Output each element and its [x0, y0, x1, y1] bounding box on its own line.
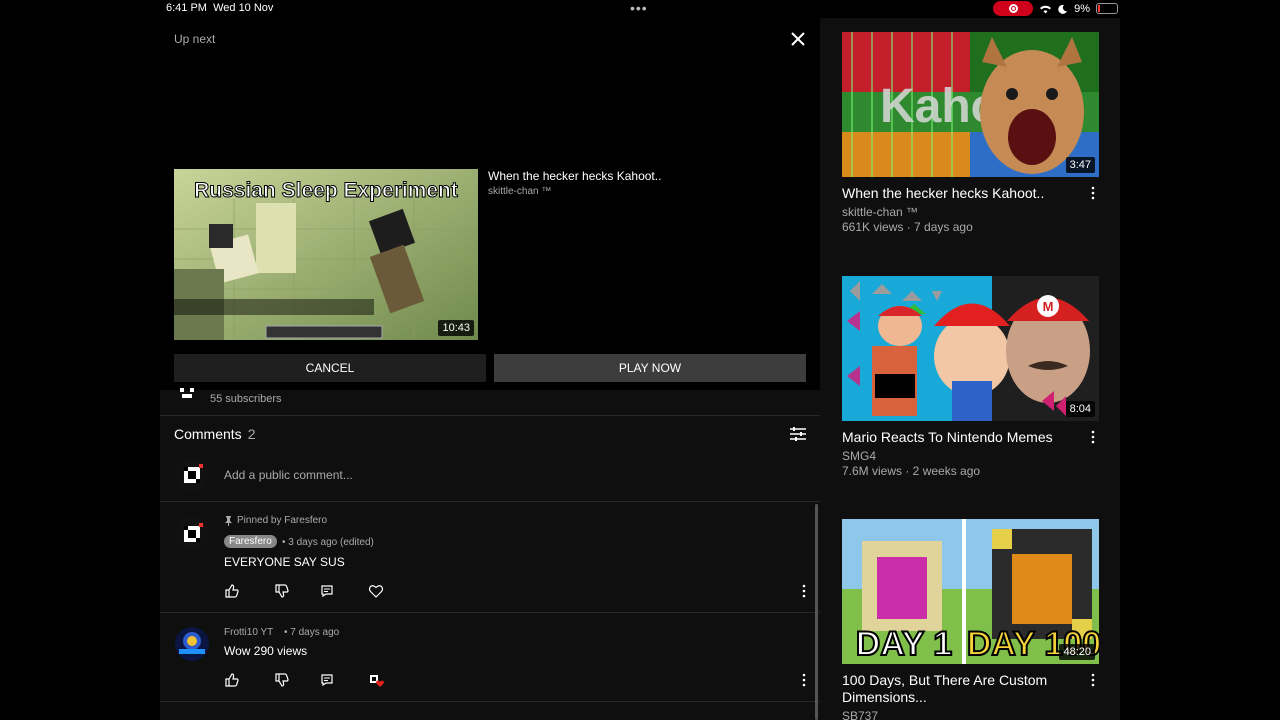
- video-title[interactable]: Mario Reacts To Nintendo Memes: [842, 429, 1082, 446]
- recommended-video[interactable]: M 8:04 Mario Reacts To Nintendo Memes SM…: [842, 276, 1108, 478]
- comment-author-badge[interactable]: Faresfero: [224, 535, 277, 548]
- up-next-overlay: Up next Russian Sleep Experiment 10:43 W…: [160, 18, 820, 390]
- close-icon[interactable]: [788, 29, 808, 49]
- comment-author[interactable]: Frotti10 YT: [224, 627, 273, 638]
- divider: [160, 612, 820, 613]
- reply-icon[interactable]: [319, 583, 335, 599]
- dislike-icon[interactable]: [274, 672, 290, 688]
- video-title[interactable]: 100 Days, But There Are Custom Dimension…: [842, 672, 1082, 706]
- video-channel[interactable]: SMG4: [842, 449, 1108, 463]
- more-options-icon[interactable]: [1090, 673, 1096, 687]
- wifi-icon: [1040, 5, 1052, 13]
- battery-percent: 9%: [1074, 2, 1090, 15]
- thumbnail-caption: Russian Sleep Experiment: [194, 179, 458, 202]
- up-next-thumbnail[interactable]: Russian Sleep Experiment 10:43: [174, 169, 478, 340]
- video-thumbnail[interactable]: M 8:04: [842, 276, 1099, 421]
- user-avatar: [175, 458, 209, 492]
- status-indicators: 9%: [993, 1, 1118, 16]
- comment-time: • 7 days ago: [284, 627, 340, 638]
- duration-badge: 10:43: [438, 320, 474, 336]
- thumbnail-caption-left: DAY 1: [856, 625, 952, 663]
- video-title[interactable]: When the hecker hecks Kahoot..: [842, 185, 1082, 202]
- comments-count: 2: [247, 426, 256, 442]
- video-channel[interactable]: SB737: [842, 709, 1108, 720]
- pinned-text: Pinned by Faresfero: [237, 515, 328, 526]
- sort-filter-icon[interactable]: [789, 426, 807, 442]
- like-icon[interactable]: [224, 583, 240, 599]
- dislike-icon[interactable]: [274, 583, 290, 599]
- play-now-button[interactable]: PLAY NOW: [494, 354, 806, 382]
- recommended-video[interactable]: Kahoo 3:47 When the hecker hecks Kahoot.…: [842, 32, 1108, 234]
- comment-text: Wow 290 views: [224, 644, 308, 658]
- divider: [160, 701, 820, 702]
- more-options-icon[interactable]: [801, 584, 807, 598]
- duration-badge: 48:20: [1059, 644, 1095, 660]
- thumbnail-image: Russian Sleep Experiment: [174, 169, 478, 340]
- add-comment-input[interactable]: Add a public comment...: [224, 468, 353, 482]
- divider: [160, 501, 820, 502]
- app-window: 6:41 PM Wed 10 Nov ••• 9% Up next Russia…: [0, 0, 1280, 720]
- video-thumbnail[interactable]: DAY 1 DAY 100 48:20: [842, 519, 1099, 664]
- video-thumbnail[interactable]: Kahoo 3:47: [842, 32, 1099, 177]
- up-next-label: Up next: [174, 32, 216, 46]
- multitasking-dots-icon[interactable]: •••: [630, 1, 648, 15]
- comment-time: • 3 days ago (edited): [282, 537, 374, 548]
- pin-icon: [225, 515, 232, 526]
- comment-text: EVERYONE SAY SUS: [224, 555, 345, 569]
- comments-title: Comments: [174, 426, 242, 442]
- video-channel[interactable]: skittle-chan ™: [842, 205, 1108, 219]
- comments-header[interactable]: Comments 2: [174, 426, 255, 442]
- comments-section: 55 subscribers Comments 2 Add a public co…: [160, 388, 820, 720]
- status-bar: 6:41 PM Wed 10 Nov ••• 9%: [160, 0, 1120, 18]
- more-options-icon[interactable]: [1090, 186, 1096, 200]
- main-column: Up next Russian Sleep Experiment 10:43 W…: [160, 18, 820, 720]
- reply-icon[interactable]: [319, 672, 335, 688]
- scrollbar[interactable]: [815, 504, 818, 720]
- subscriber-count: 55 subscribers: [210, 393, 282, 405]
- heart-icon[interactable]: [368, 583, 384, 599]
- up-next-video-title[interactable]: When the hecker hecks Kahoot..: [488, 169, 661, 183]
- status-time: 6:41 PM Wed 10 Nov: [166, 2, 274, 14]
- more-options-icon[interactable]: [1090, 430, 1096, 444]
- video-meta: 661K views · 7 days ago: [842, 220, 973, 234]
- video-meta: 7.6M views · 2 weeks ago: [842, 464, 981, 478]
- moon-icon: [1058, 4, 1068, 14]
- comment-avatar[interactable]: [175, 627, 209, 661]
- pinned-label: Pinned by Faresfero: [224, 515, 327, 526]
- screen-recording-icon[interactable]: [993, 1, 1034, 16]
- channel-avatar-icon[interactable]: [178, 388, 196, 400]
- up-next-channel: skittle-chan ™: [488, 186, 552, 197]
- creator-heart-icon[interactable]: [368, 672, 384, 688]
- battery-icon: [1096, 3, 1118, 14]
- svg-text:M: M: [1043, 299, 1054, 314]
- duration-badge: 3:47: [1065, 157, 1095, 173]
- comment-avatar[interactable]: [175, 517, 209, 551]
- more-options-icon[interactable]: [801, 673, 807, 687]
- like-icon[interactable]: [224, 672, 240, 688]
- duration-badge: 8:04: [1065, 401, 1095, 417]
- divider: [160, 415, 820, 416]
- recommended-video[interactable]: DAY 1 DAY 100 48:20 100 Days, But There …: [842, 519, 1108, 720]
- recommendations-rail: Kahoo 3:47 When the hecker hecks Kahoot.…: [820, 18, 1120, 720]
- cancel-button[interactable]: CANCEL: [174, 354, 486, 382]
